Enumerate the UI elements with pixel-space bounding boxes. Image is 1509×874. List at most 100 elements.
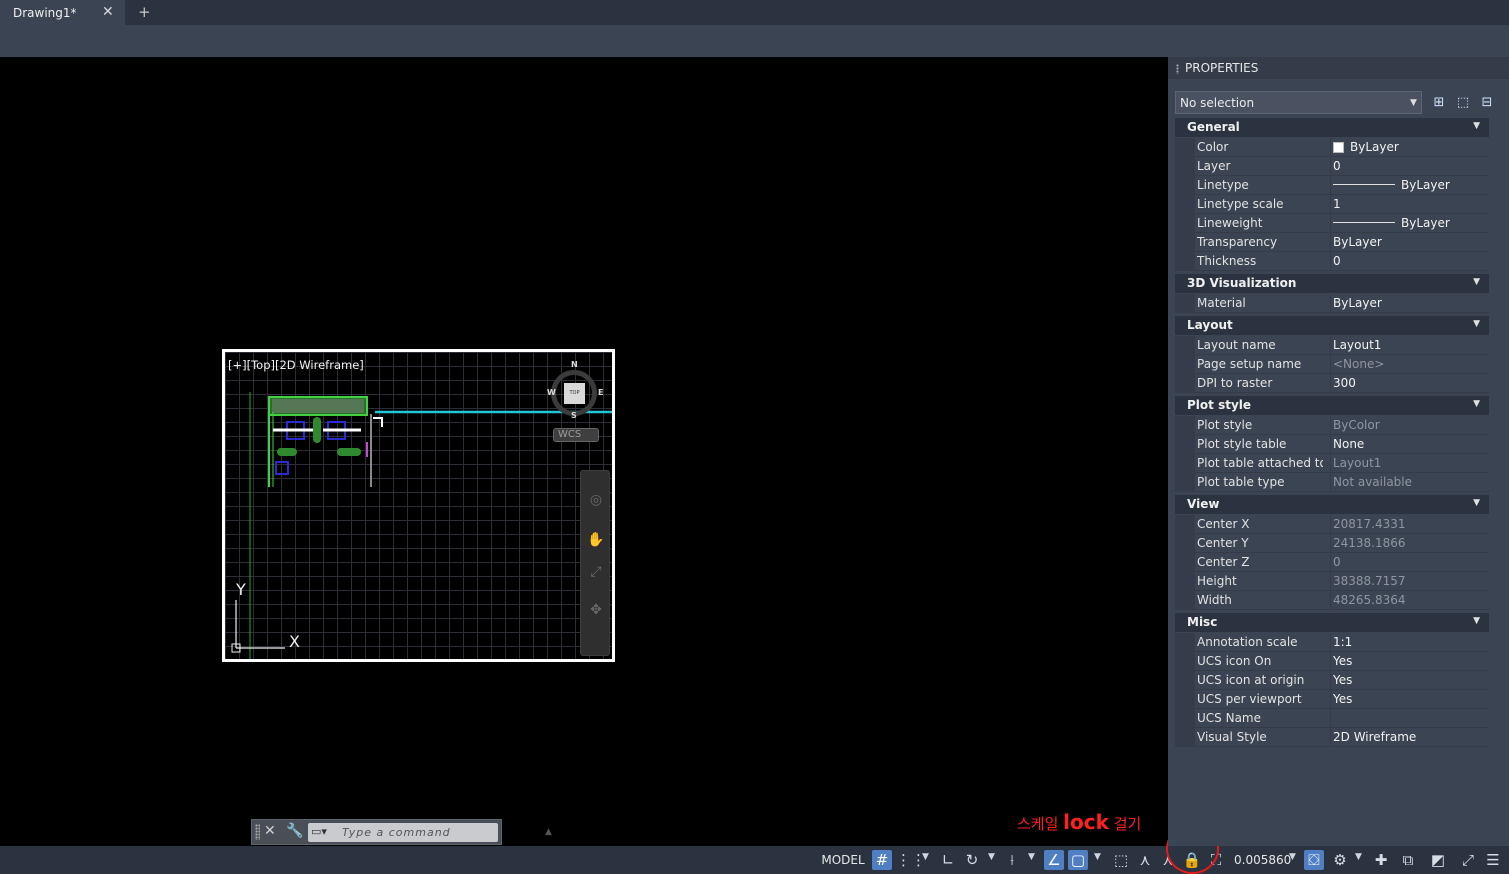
- viewcube-top-face[interactable]: TOP: [564, 383, 585, 404]
- properties-grip[interactable]: [1176, 64, 1179, 74]
- layout-viewport[interactable]: Y X [+][Top][2D Wireframe] TOP N W E S W…: [222, 349, 615, 662]
- command-prompt-icon[interactable]: ▭▾: [311, 825, 327, 838]
- section-header-2[interactable]: Layout ▼: [1175, 316, 1489, 335]
- viewcube[interactable]: TOP N W E S: [545, 360, 605, 420]
- properties-title-bar[interactable]: PROPERTIES: [1168, 57, 1509, 79]
- section-header-5[interactable]: Misc ▼: [1175, 613, 1489, 632]
- snap-caret-icon[interactable]: ▼: [922, 852, 929, 862]
- isolate-icon[interactable]: ⧉: [1398, 850, 1418, 870]
- collapse-caret-icon[interactable]: ▼: [1473, 121, 1480, 131]
- workspace-caret-icon[interactable]: ▼: [1355, 852, 1362, 862]
- compass-south[interactable]: S: [571, 411, 577, 420]
- command-line-close-icon[interactable]: ✕: [264, 823, 276, 839]
- property-row[interactable]: Layer 0: [1175, 157, 1489, 176]
- quick-select-icon[interactable]: ⊟: [1478, 94, 1496, 112]
- command-history-caret-icon[interactable]: ▲: [545, 827, 552, 837]
- property-row[interactable]: Plot table attached to Layout1: [1175, 454, 1489, 473]
- selection-cycling-icon[interactable]: ⬚: [1111, 850, 1131, 870]
- section-header-3[interactable]: Plot style ▼: [1175, 396, 1489, 415]
- property-value[interactable]: 24138.1866: [1333, 536, 1406, 550]
- property-row[interactable]: Linetype ByLayer: [1175, 176, 1489, 195]
- select-objects-icon[interactable]: ⬚: [1454, 94, 1472, 112]
- collapse-caret-icon[interactable]: ▼: [1473, 616, 1480, 626]
- pan-hand-icon[interactable]: ✋: [587, 531, 605, 549]
- command-line-grip[interactable]: [255, 824, 260, 840]
- tab-close-icon[interactable]: ✕: [102, 4, 114, 20]
- ortho-icon[interactable]: ∟: [938, 850, 958, 870]
- chevron-down-icon[interactable]: ▼: [1410, 98, 1417, 108]
- osnap-caret-icon[interactable]: ▼: [1094, 852, 1101, 862]
- toggle-pickadd-icon[interactable]: ⊞: [1430, 94, 1448, 112]
- fullscreen-icon[interactable]: ⤢: [1458, 850, 1478, 870]
- customize-wrench-icon[interactable]: 🔧: [286, 823, 303, 839]
- property-value[interactable]: Layout1: [1333, 338, 1381, 352]
- property-value[interactable]: 0: [1333, 555, 1341, 569]
- model-space-button[interactable]: MODEL: [818, 849, 868, 871]
- customize-menu-icon[interactable]: ☰: [1483, 850, 1503, 870]
- annotation-scale-value[interactable]: 0.005860: [1234, 853, 1291, 867]
- property-row[interactable]: Page setup name <None>: [1175, 355, 1489, 374]
- section-header-1[interactable]: 3D Visualization ▼: [1175, 274, 1489, 293]
- property-value[interactable]: 300: [1333, 376, 1356, 390]
- dynamic-input-icon[interactable]: ∠: [1044, 850, 1064, 870]
- compass-west[interactable]: W: [547, 388, 556, 397]
- new-tab-plus-icon[interactable]: +: [138, 3, 151, 21]
- snap-icon[interactable]: ⋮⋮: [896, 850, 926, 870]
- property-value[interactable]: Yes: [1333, 654, 1352, 668]
- property-value[interactable]: 2D Wireframe: [1333, 730, 1416, 744]
- scale-caret-icon[interactable]: ▼: [1289, 852, 1296, 862]
- property-row[interactable]: Lineweight ByLayer: [1175, 214, 1489, 233]
- property-row[interactable]: Color ByLayer: [1175, 138, 1489, 157]
- property-value[interactable]: ByLayer: [1333, 216, 1450, 230]
- orbit-icon[interactable]: ✥: [587, 601, 605, 619]
- compass-north[interactable]: N: [571, 360, 578, 369]
- steering-wheel-icon[interactable]: ◎: [587, 491, 605, 509]
- property-value[interactable]: Not available: [1333, 475, 1412, 489]
- property-value[interactable]: ByColor: [1333, 418, 1380, 432]
- collapse-caret-icon[interactable]: ▼: [1473, 319, 1480, 329]
- property-row[interactable]: Height 38388.7157: [1175, 572, 1489, 591]
- osnap-icon[interactable]: ▢: [1068, 850, 1088, 870]
- property-row[interactable]: Center Z 0: [1175, 553, 1489, 572]
- property-row[interactable]: Transparency ByLayer: [1175, 233, 1489, 252]
- property-value[interactable]: 0: [1333, 159, 1341, 173]
- property-row[interactable]: Material ByLayer: [1175, 294, 1489, 313]
- property-row[interactable]: UCS Name: [1175, 709, 1489, 728]
- osnap-track-icon[interactable]: ⟊: [1002, 850, 1022, 870]
- property-row[interactable]: DPI to raster 300: [1175, 374, 1489, 393]
- collapse-caret-icon[interactable]: ▼: [1473, 498, 1480, 508]
- annotation-visibility-icon[interactable]: ⋏: [1135, 850, 1155, 870]
- workspace-gear-icon[interactable]: ⚙: [1330, 850, 1350, 870]
- grid-icon[interactable]: #: [872, 850, 892, 870]
- property-row[interactable]: UCS icon On Yes: [1175, 652, 1489, 671]
- property-value[interactable]: ByLayer: [1333, 235, 1382, 249]
- property-row[interactable]: UCS per viewport Yes: [1175, 690, 1489, 709]
- property-value[interactable]: ByLayer: [1333, 140, 1399, 154]
- property-value[interactable]: Yes: [1333, 673, 1352, 687]
- property-row[interactable]: Plot style ByColor: [1175, 416, 1489, 435]
- property-row[interactable]: Center X 20817.4331: [1175, 515, 1489, 534]
- property-value[interactable]: ByLayer: [1333, 296, 1382, 310]
- tab-drawing1[interactable]: Drawing1* ✕: [0, 0, 125, 25]
- property-row[interactable]: Thickness 0: [1175, 252, 1489, 271]
- property-value[interactable]: None: [1333, 437, 1364, 451]
- property-row[interactable]: Annotation scale 1:1: [1175, 633, 1489, 652]
- property-value[interactable]: 0: [1333, 254, 1341, 268]
- ucs-menu-button[interactable]: WCS: [553, 428, 599, 442]
- section-header-4[interactable]: View ▼: [1175, 495, 1489, 514]
- property-row[interactable]: Width 48265.8364: [1175, 591, 1489, 610]
- property-value[interactable]: 1:1: [1333, 635, 1352, 649]
- property-value[interactable]: Yes: [1333, 692, 1352, 706]
- property-value[interactable]: 38388.7157: [1333, 574, 1406, 588]
- section-header-0[interactable]: General ▼: [1175, 118, 1489, 137]
- property-row[interactable]: Visual Style 2D Wireframe: [1175, 728, 1489, 747]
- property-row[interactable]: Plot table type Not available: [1175, 473, 1489, 492]
- property-value[interactable]: Layout1: [1333, 456, 1381, 470]
- property-row[interactable]: Plot style table None: [1175, 435, 1489, 454]
- track-caret-icon[interactable]: ▼: [1028, 852, 1035, 862]
- property-row[interactable]: UCS icon at origin Yes: [1175, 671, 1489, 690]
- property-row[interactable]: Linetype scale 1: [1175, 195, 1489, 214]
- property-value[interactable]: 1: [1333, 197, 1341, 211]
- collapse-caret-icon[interactable]: ▼: [1473, 277, 1480, 287]
- polar-icon[interactable]: ↻: [962, 850, 982, 870]
